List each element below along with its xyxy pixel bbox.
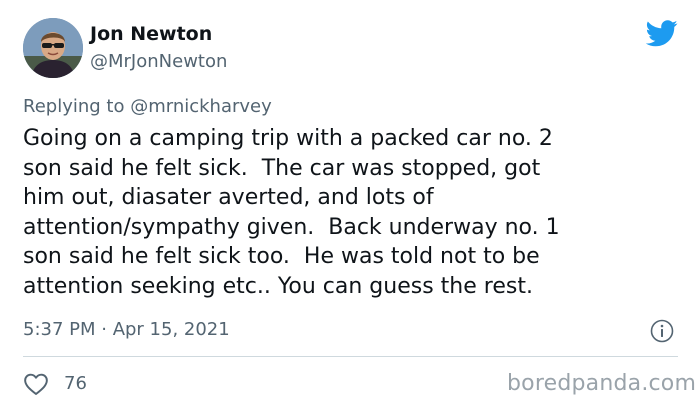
divider	[23, 356, 678, 357]
reply-context: Replying to @mrnickharvey	[23, 96, 272, 118]
reply-mention-link[interactable]: @mrnickharvey	[130, 96, 272, 117]
twitter-bird-icon[interactable]	[646, 20, 678, 47]
reply-prefix: Replying to	[23, 96, 131, 117]
tweet-text: Going on a camping trip with a packed ca…	[23, 124, 683, 301]
avatar-photo	[23, 18, 83, 78]
heart-icon[interactable]	[23, 372, 49, 396]
tweet-text-line: son said he felt sick. The car was stopp…	[23, 155, 541, 181]
tweet-text-line: him out, diasater averted, and lots of	[23, 185, 434, 210]
tweet-text-line: attention seeking etc.. You can guess th…	[23, 273, 533, 299]
tweet-text-line: Going on a camping trip with a packed ca…	[23, 126, 553, 151]
author-handle[interactable]: @MrJonNewton	[90, 51, 227, 73]
tweet-timestamp[interactable]: 5:37 PM · Apr 15, 2021	[23, 319, 230, 341]
watermark: boredpanda.com	[507, 371, 697, 396]
tweet-text-line: son said he felt sick too. He was told n…	[23, 244, 540, 269]
avatar[interactable]	[23, 18, 83, 78]
info-icon[interactable]	[650, 319, 674, 343]
tweet-text-line: attention/sympathy given. Back underway …	[23, 214, 560, 240]
author-display-name[interactable]: Jon Newton	[90, 22, 212, 46]
like-count: 76	[64, 373, 87, 394]
